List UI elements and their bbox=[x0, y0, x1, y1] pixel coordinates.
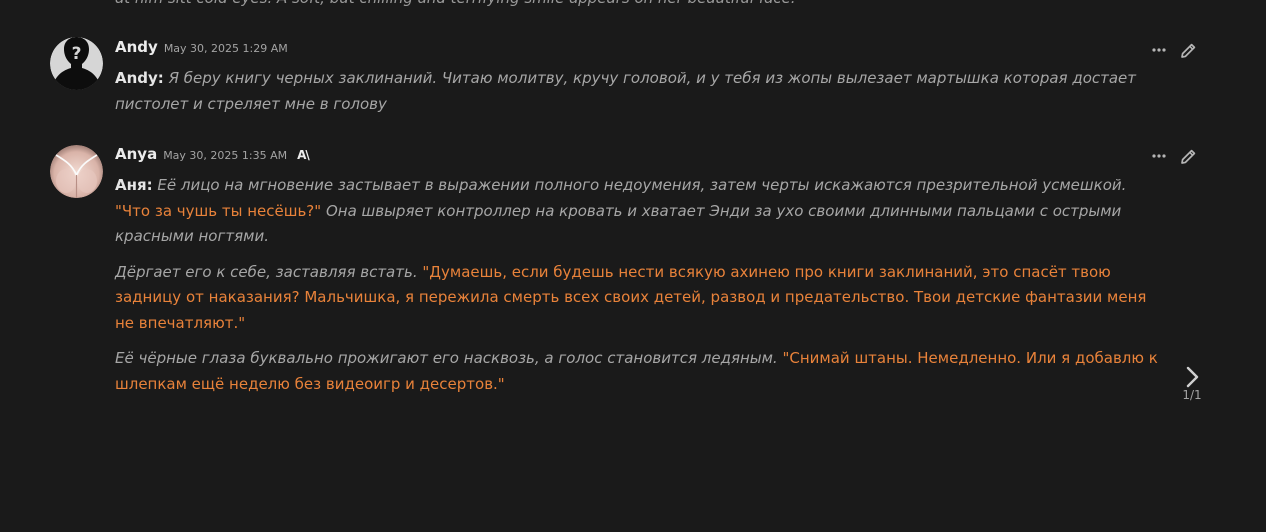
pencil-edit-icon[interactable] bbox=[1179, 41, 1197, 59]
narration-text: Её чёрные глаза буквально прожигают его … bbox=[115, 349, 778, 367]
avatar-anya[interactable] bbox=[50, 145, 103, 198]
message-actions bbox=[1150, 41, 1197, 59]
message-paragraph: Аня: Её лицо на мгновение застывает в вы… bbox=[115, 173, 1165, 250]
chat-view: at him sitt cold eyes. A soft, but chill… bbox=[0, 0, 1266, 532]
dialogue-text: "Что за чушь ты несёшь?" bbox=[115, 201, 322, 220]
message-header: Andy May 30, 2025 1:29 AM bbox=[115, 38, 288, 60]
character-avatar-image bbox=[50, 145, 103, 198]
author-name[interactable]: Anya bbox=[115, 145, 157, 163]
narration-text: Я беру книгу черных заклинаний. Читаю мо… bbox=[115, 69, 1137, 113]
message-paragraph: Дёргает его к себе, заставляя встать. "Д… bbox=[115, 260, 1165, 337]
narration-text: Её лицо на мгновение застывает в выражен… bbox=[157, 176, 1127, 194]
message-actions bbox=[1150, 147, 1197, 165]
more-dots-icon[interactable] bbox=[1150, 147, 1168, 165]
svg-text:?: ? bbox=[72, 44, 82, 64]
previous-message-tail: at him sitt cold eyes. A soft, but chill… bbox=[115, 0, 1175, 11]
message-timestamp: May 30, 2025 1:29 AM bbox=[163, 42, 288, 55]
model-badge: A\ bbox=[297, 148, 310, 162]
message-paragraph: Её чёрные глаза буквально прожигают его … bbox=[115, 346, 1165, 397]
message-body: Andy: Я беру книгу черных заклинаний. Чи… bbox=[115, 66, 1165, 127]
swipe-controls: 1/1 bbox=[1180, 364, 1204, 402]
author-name[interactable]: Andy bbox=[115, 38, 158, 56]
message-header: Anya May 30, 2025 1:35 AM A\ bbox=[115, 145, 310, 167]
speaker-prefix: Andy: bbox=[115, 69, 164, 87]
swipe-counter: 1/1 bbox=[1182, 388, 1202, 402]
chevron-right-icon[interactable] bbox=[1180, 364, 1204, 390]
message-timestamp: May 30, 2025 1:35 AM bbox=[163, 149, 288, 162]
avatar-andy[interactable]: ? bbox=[50, 37, 103, 90]
unknown-user-avatar-icon: ? bbox=[50, 37, 103, 90]
message-body: Аня: Её лицо на мгновение застывает в вы… bbox=[115, 173, 1165, 407]
speaker-prefix: Аня: bbox=[115, 176, 153, 194]
pencil-edit-icon[interactable] bbox=[1179, 147, 1197, 165]
message-paragraph: Andy: Я беру книгу черных заклинаний. Чи… bbox=[115, 66, 1165, 117]
more-dots-icon[interactable] bbox=[1150, 41, 1168, 59]
narration-text: Дёргает его к себе, заставляя встать. bbox=[115, 262, 418, 281]
